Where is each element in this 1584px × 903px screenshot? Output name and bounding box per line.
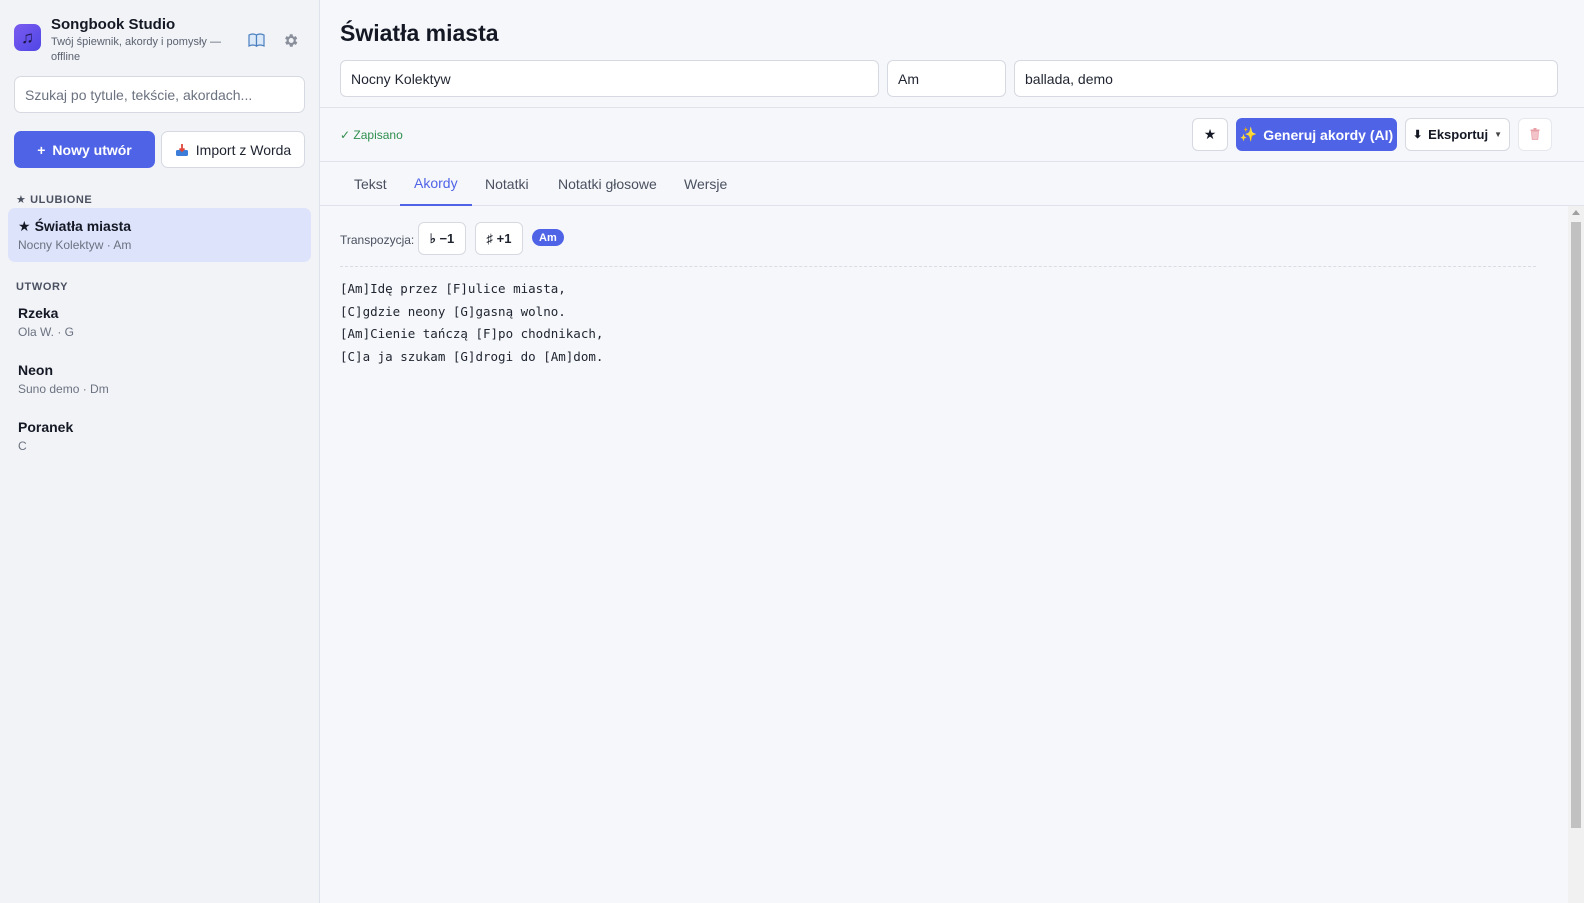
key-field[interactable] [887,60,1006,97]
import-word-label: Import z Worda [195,141,292,158]
export-dropdown[interactable]: ⬇ Eksportuj ▼ [1405,118,1510,151]
toolbar: ✓ Zapisano ★ ✨ Generuj akordy (AI) ⬇ Eks… [320,108,1584,162]
song-item-title: ★ Światła miasta [18,218,301,235]
gear-icon[interactable] [280,30,300,50]
tab-wersje[interactable]: Wersje [670,162,741,206]
app-window: ♫ Songbook Studio Twój śpiewnik, akordy … [0,0,1584,903]
generate-chords-button[interactable]: ✨ Generuj akordy (AI) [1236,118,1397,151]
scroll-up-arrow[interactable] [1572,210,1580,215]
app-title: Songbook Studio [51,16,176,33]
transpose-down-button[interactable]: ♭ −1 [418,222,466,255]
song-item-swiatla-miasta[interactable]: ★ Światła miasta Nocny Kolektyw · Am [8,208,311,262]
sidebar: ♫ Songbook Studio Twój śpiewnik, akordy … [0,0,320,903]
song-item-meta: Nocny Kolektyw · Am [18,238,132,252]
song-item-title: Rzeka [18,305,59,321]
divider [340,266,1536,267]
song-item-meta: Suno demo · Dm [18,382,109,396]
music-note-icon: ♫ [14,24,41,51]
generate-chords-label: Generuj akordy (AI) [1263,126,1394,143]
book-icon[interactable] [246,30,266,50]
app-subtitle: Twój śpiewnik, akordy i pomysły — offlin… [51,36,221,63]
trash-icon [1530,127,1540,143]
star-icon: ★ [18,218,31,234]
songs-heading: UTWORY [16,281,69,293]
transpose-label: Transpozycja: [340,233,415,247]
search-input[interactable] [14,76,305,113]
lyric-line: [C]a ja szukam [G]drogi do [Am]dom. [340,348,604,364]
lyric-line: [Am]Idę przez [F]ulice miasta, [340,281,566,296]
song-item-poranek[interactable]: Poranek C [8,409,311,463]
chevron-down-icon: ▼ [1494,130,1503,139]
song-item-meta: Ola W. · G [18,325,75,339]
chords-panel: Transpozycja: ♭ −1 ♯ +1 Am [Am]Idę przez… [320,206,1568,903]
sparkles-icon: ✨ [1239,126,1258,142]
inbox-tray-icon [175,143,189,157]
scroll-thumb[interactable] [1571,222,1581,828]
favorites-heading: ★ ULUBIONE [16,194,93,206]
favorite-button[interactable]: ★ [1192,118,1228,151]
lyric-line: [C]gdzie neony [G]gasną wolno. [340,303,566,319]
song-title-text: Światła miasta [34,218,132,234]
song-item-title: Neon [18,362,53,378]
import-word-button[interactable]: Import z Worda [161,131,305,168]
brand: ♫ Songbook Studio Twój śpiewnik, akordy … [14,16,306,66]
tab-tekst[interactable]: Tekst [340,162,401,206]
tab-notatki[interactable]: Notatki [471,162,543,206]
song-header: Światła miasta [320,0,1584,108]
artist-field[interactable] [340,60,879,97]
song-item-rzeka[interactable]: Rzeka Ola W. · G [8,295,311,349]
tab-notatki-glosowe[interactable]: Notatki głosowe [544,162,671,206]
delete-button[interactable] [1518,118,1552,151]
plus-icon: + [37,141,46,158]
download-icon: ⬇ [1412,129,1423,141]
chord-lyrics-editor[interactable]: [Am]Idę przez [F]ulice miasta, [C]gdzie … [340,278,1530,368]
song-item-neon[interactable]: Neon Suno demo · Dm [8,352,311,406]
transpose-up-button[interactable]: ♯ +1 [475,222,523,255]
export-label: Eksportuj [1428,127,1489,142]
lyric-line: [Am]Cienie tańczą [F]po chodnikach, [340,326,604,341]
song-item-meta: C [18,439,27,453]
page-title: Światła miasta [340,20,499,46]
scrollbar[interactable] [1568,206,1584,903]
saved-status: ✓ Zapisano [340,128,403,142]
tab-bar: Tekst Akordy Notatki Notatki głosowe Wer… [320,162,1584,206]
song-item-title: Poranek [18,419,74,435]
new-song-button[interactable]: + Nowy utwór [14,131,155,168]
star-icon: ★ [1203,126,1217,142]
editor-panel: Światła miasta ✓ Zapisano ★ ✨ Generuj ak… [320,0,1584,903]
tab-akordy[interactable]: Akordy [400,162,472,206]
new-song-label: Nowy utwór [52,141,132,158]
tags-field[interactable] [1014,60,1558,97]
current-key-badge: Am [532,229,564,246]
